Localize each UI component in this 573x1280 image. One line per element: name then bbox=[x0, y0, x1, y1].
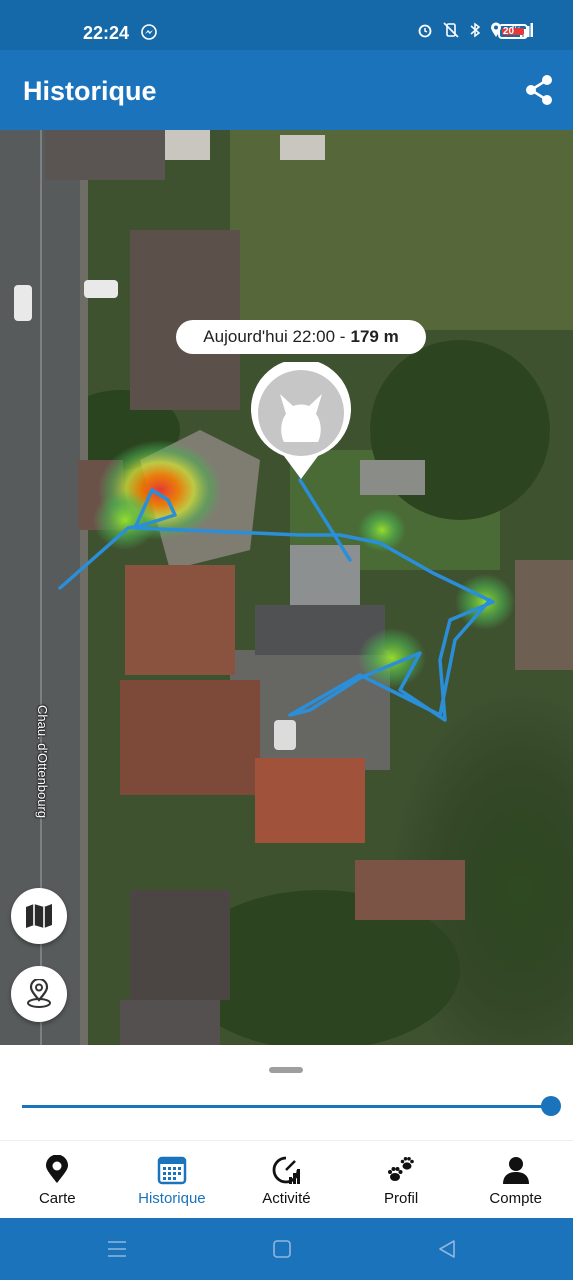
locate-button[interactable] bbox=[11, 966, 67, 1022]
share-icon[interactable] bbox=[524, 74, 554, 106]
timeline-sheet bbox=[0, 1045, 573, 1140]
vibrate-off-icon bbox=[443, 22, 459, 38]
nav-label-carte: Carte bbox=[38, 1190, 76, 1207]
person-icon bbox=[502, 1157, 529, 1184]
nav-label-compte: Compte bbox=[489, 1190, 542, 1207]
street-label: Chau. d'Ottenbourg bbox=[35, 705, 50, 819]
bottom-nav: Carte Historique Activité Profil Compte bbox=[0, 1140, 573, 1219]
timeline-slider-track[interactable] bbox=[22, 1105, 552, 1108]
nav-label-profil: Profil bbox=[383, 1190, 419, 1207]
nav-item-carte[interactable]: Carte bbox=[0, 1141, 115, 1219]
calendar-icon bbox=[157, 1156, 187, 1185]
page-title: Historique bbox=[23, 76, 157, 106]
app-bar: Historique bbox=[0, 50, 573, 130]
bluetooth-icon bbox=[470, 22, 481, 38]
timeline-slider-thumb[interactable] bbox=[541, 1096, 561, 1116]
screen: 22:24 4G 20 Historique bbox=[0, 0, 573, 1280]
battery-text: 20 bbox=[503, 26, 515, 37]
alarm-icon bbox=[418, 24, 432, 38]
system-nav-bar bbox=[0, 1218, 573, 1280]
map-pin-icon bbox=[46, 1155, 69, 1183]
messenger-icon bbox=[141, 24, 157, 40]
sheet-grab-handle[interactable] bbox=[269, 1067, 303, 1073]
track-time-text: Aujourd'hui 22:00 - bbox=[203, 327, 346, 346]
status-bar: 22:24 4G 20 bbox=[0, 0, 573, 50]
map-layers-icon bbox=[26, 904, 52, 928]
nav-item-historique[interactable]: Historique bbox=[115, 1141, 230, 1219]
satellite-terrain bbox=[0, 130, 573, 1045]
track-time-label: Aujourd'hui 22:00 - 179 m bbox=[176, 320, 426, 354]
nav-label-activite: Activité bbox=[262, 1190, 311, 1207]
track-distance: 179 m bbox=[350, 327, 399, 346]
nav-item-activite[interactable]: Activité bbox=[229, 1141, 344, 1219]
cat-avatar-pin-icon[interactable] bbox=[250, 362, 352, 480]
location-pin-icon bbox=[27, 979, 51, 1008]
back-button-icon[interactable] bbox=[438, 1240, 456, 1258]
recents-menu-icon[interactable] bbox=[107, 1240, 127, 1258]
map-layers-button[interactable] bbox=[11, 888, 67, 944]
nav-item-profil[interactable]: Profil bbox=[344, 1141, 459, 1219]
home-button-icon[interactable] bbox=[273, 1240, 291, 1258]
nav-item-compte[interactable]: Compte bbox=[458, 1141, 573, 1219]
nav-label-historique: Historique bbox=[138, 1190, 206, 1207]
map-view[interactable]: Aujourd'hui 22:00 - 179 m Chau. d'Ottenb… bbox=[0, 130, 573, 1045]
status-time: 22:24 bbox=[83, 23, 130, 43]
activity-gauge-icon bbox=[273, 1156, 301, 1184]
paws-icon bbox=[388, 1157, 414, 1181]
